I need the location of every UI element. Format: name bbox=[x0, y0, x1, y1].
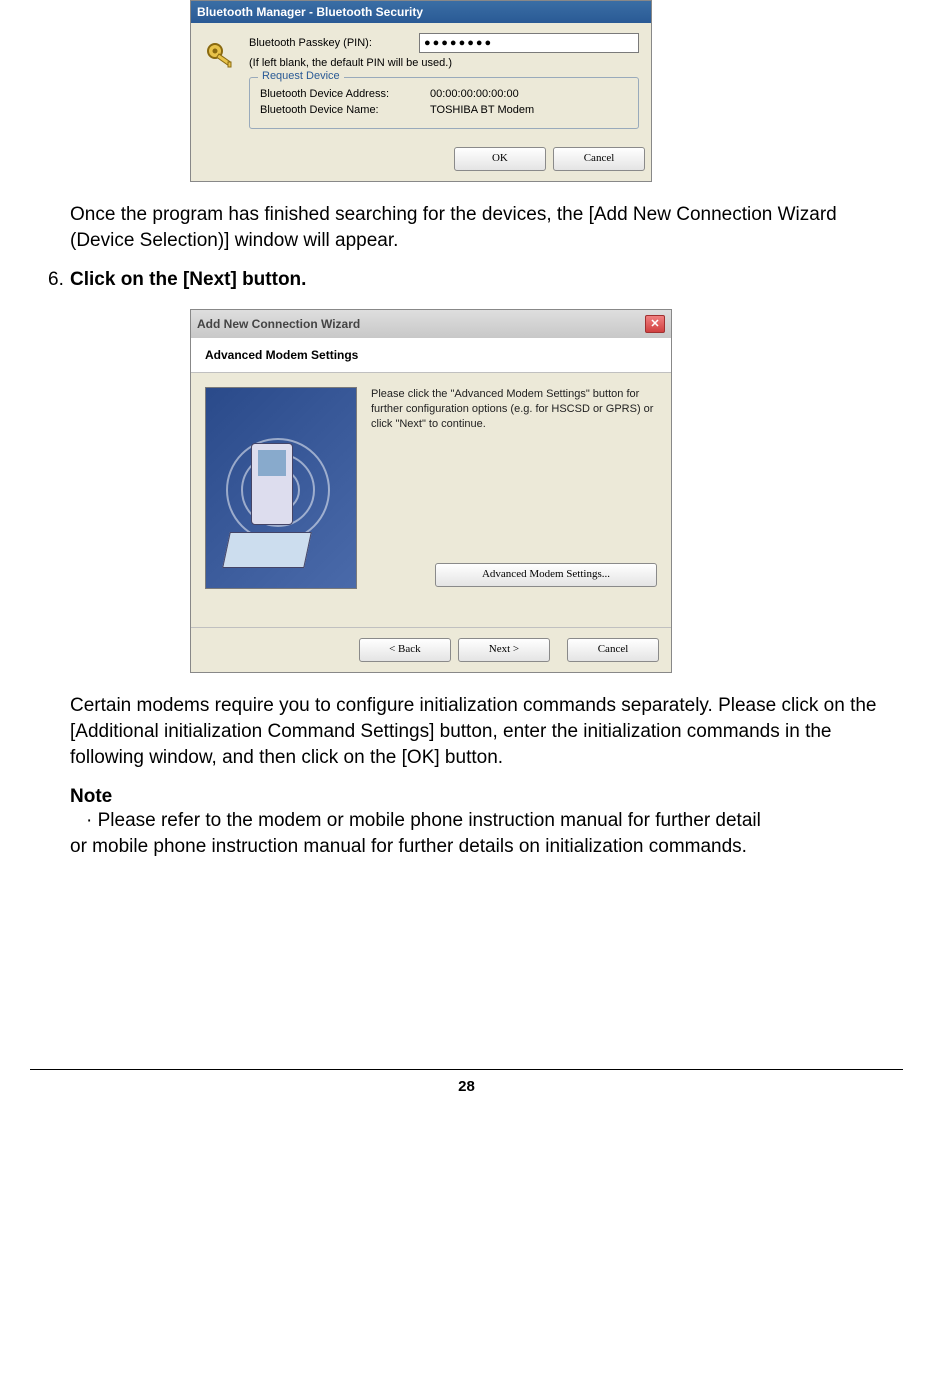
back-button[interactable]: < Back bbox=[359, 638, 451, 662]
cancel-button[interactable]: Cancel bbox=[553, 147, 645, 171]
device-address-label: Bluetooth Device Address: bbox=[260, 88, 430, 100]
dialog2-instructions: Please click the "Advanced Modem Setting… bbox=[371, 387, 657, 432]
device-address-value: 00:00:00:00:00:00 bbox=[430, 88, 519, 100]
close-icon[interactable]: ✕ bbox=[645, 315, 665, 333]
next-button[interactable]: Next > bbox=[458, 638, 550, 662]
ok-button[interactable]: OK bbox=[454, 147, 546, 171]
key-icon bbox=[203, 39, 239, 75]
dialog2-subheader: Advanced Modem Settings bbox=[191, 338, 671, 373]
paragraph-after-dlg2: Certain modems require you to configure … bbox=[70, 693, 903, 770]
page-number: 28 bbox=[30, 1069, 903, 1095]
request-device-group: Request Device Bluetooth Device Address:… bbox=[249, 77, 639, 129]
modem-icon bbox=[222, 532, 312, 568]
wizard-cancel-button[interactable]: Cancel bbox=[567, 638, 659, 662]
note-continuation: or mobile phone instruction manual for f… bbox=[70, 834, 903, 860]
note-bullet-text: Please refer to the modem or mobile phon… bbox=[98, 810, 761, 831]
dialog2-title: Add New Connection Wizard bbox=[197, 317, 360, 331]
device-name-label: Bluetooth Device Name: bbox=[260, 104, 430, 116]
paragraph-after-dlg1: Once the program has finished searching … bbox=[70, 202, 903, 253]
group-title: Request Device bbox=[258, 70, 344, 82]
dialog-add-new-connection-wizard: Add New Connection Wizard ✕ Advanced Mod… bbox=[190, 309, 672, 673]
advanced-modem-settings-button[interactable]: Advanced Modem Settings... bbox=[435, 563, 657, 587]
step-6-text: Click on the [Next] button. bbox=[70, 269, 903, 291]
phone-icon bbox=[251, 443, 293, 525]
wizard-illustration bbox=[205, 387, 357, 589]
device-name-value: TOSHIBA BT Modem bbox=[430, 104, 534, 116]
step-6: 6. Click on the [Next] button. bbox=[48, 269, 903, 291]
step-6-number: 6. bbox=[48, 269, 70, 291]
pin-input[interactable] bbox=[419, 33, 639, 53]
note-bullet: · Please refer to the modem or mobile ph… bbox=[100, 808, 903, 834]
pin-hint: (If left blank, the default PIN will be … bbox=[249, 57, 639, 69]
note-heading: Note bbox=[70, 786, 903, 808]
dialog1-title: Bluetooth Manager - Bluetooth Security bbox=[191, 1, 651, 23]
pin-label: Bluetooth Passkey (PIN): bbox=[249, 37, 419, 49]
dialog-bluetooth-security: Bluetooth Manager - Bluetooth Security B… bbox=[190, 0, 652, 182]
